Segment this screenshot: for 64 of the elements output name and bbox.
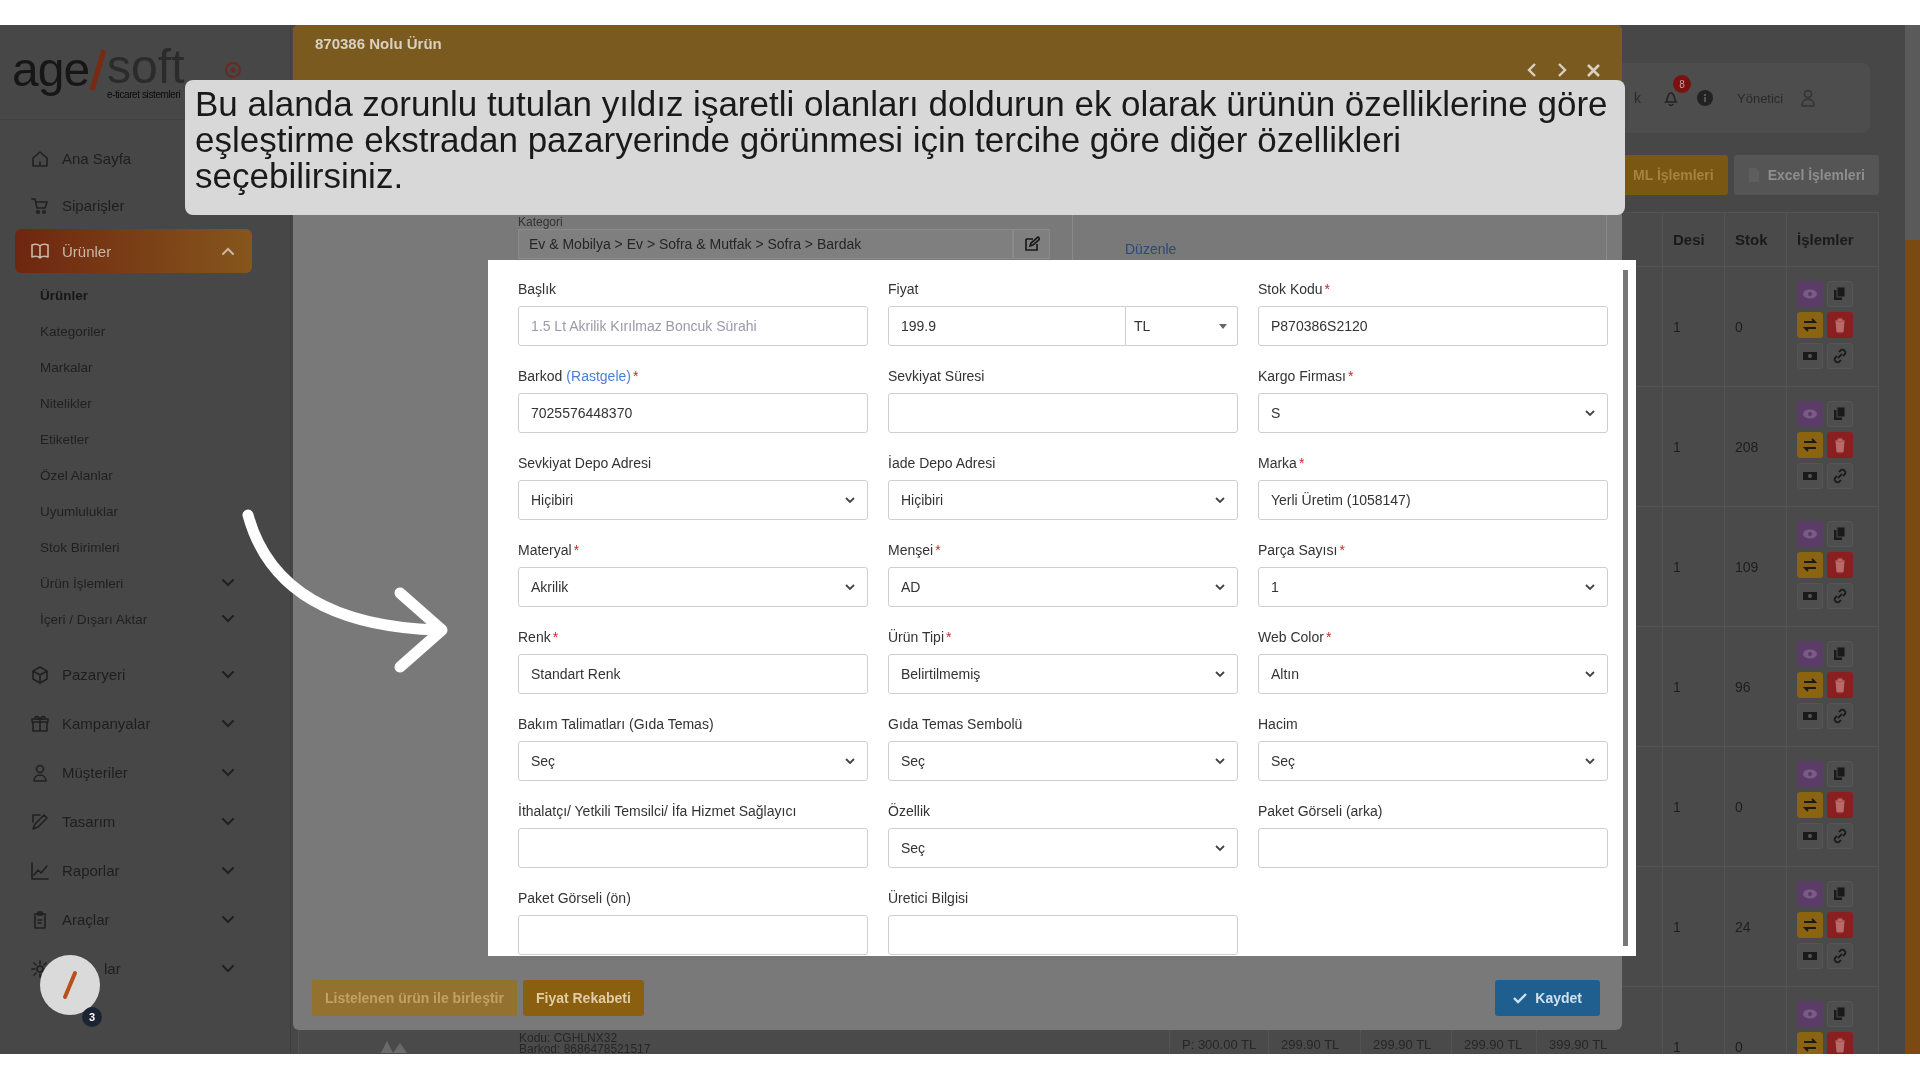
currency-select[interactable]: TL xyxy=(1126,306,1238,346)
required-mark: * xyxy=(946,629,952,647)
select-field[interactable]: S xyxy=(1258,393,1608,433)
field-label: Paket Görseli (arka) xyxy=(1258,803,1383,821)
logo-tagline: e-ticaret sistemleri xyxy=(107,88,182,100)
field-label: Barkod xyxy=(518,368,563,386)
field-label: Sevkiyat Süresi xyxy=(888,368,985,386)
field-label: Fiyat xyxy=(888,281,919,299)
field-label: İthalatçı/ Yetkili Temsilci/ İfa Hizmet Sağlayıcı xyxy=(518,803,797,821)
field-label: İade Depo Adresi xyxy=(888,455,996,473)
required-mark: * xyxy=(935,542,941,560)
select-field[interactable]: Belirtilmemiş xyxy=(888,654,1238,694)
field-label: Başlık xyxy=(518,281,557,299)
select-field[interactable]: Altın xyxy=(1258,654,1608,694)
price-compete-button[interactable]: Fiyat Rekabeti xyxy=(522,980,644,1016)
required-mark: * xyxy=(1324,281,1331,299)
required-mark: * xyxy=(1325,629,1332,647)
field-label: Ürün Tipi xyxy=(888,629,945,647)
select-field[interactable]: 1 xyxy=(1258,567,1608,607)
required-mark: * xyxy=(552,629,559,647)
category-field[interactable]: Ev & Mobilya > Ev > Sofra & Mutfak > Sofra > Bardak xyxy=(518,229,1013,259)
price-field[interactable]: 199.9 xyxy=(888,306,1126,346)
select-field[interactable]: Hiçibiri xyxy=(518,480,868,520)
tooltip-text: Bu alanda zorunlu tutulan yıldız işaretli olanları doldurun ek olarak ürünün özelliklerine göre eşleştirme ekstradan pazaryerinde görünmesi için tercihe göre diğer özellikleri seçebilirsiniz. xyxy=(195,86,1609,194)
input-field[interactable]: 1.5 Lt Akrilik Kırılmaz Boncuk Sürahi xyxy=(518,306,868,346)
input-field[interactable]: P870386S2120 xyxy=(1258,306,1608,346)
select-field[interactable]: AD xyxy=(888,567,1238,607)
nav-item-active[interactable]: Ürünler xyxy=(15,229,252,273)
select-field[interactable]: Seç xyxy=(1258,741,1608,781)
field-label: Hacim xyxy=(1258,716,1298,734)
required-mark: * xyxy=(632,368,639,386)
field-label: Üretici Bilgisi xyxy=(888,890,969,908)
select-field[interactable]: Seç xyxy=(518,741,868,781)
field-label: Gıda Temas Sembolü xyxy=(888,716,1023,734)
modal-title: 870386 Nolu Ürün xyxy=(315,35,442,52)
field-label: Özellik xyxy=(888,803,930,821)
field-label: Bakım Talimatları (Gıda Temas) xyxy=(518,716,714,734)
input-field[interactable]: Standart Renk xyxy=(518,654,868,694)
required-mark: * xyxy=(1347,368,1354,386)
field-label: Stok Kodu xyxy=(1258,281,1323,299)
field-label: Menşei xyxy=(888,542,934,560)
field-label: Paket Görseli (ön) xyxy=(518,890,631,908)
input-field[interactable]: Yerli Üretim (1058147) xyxy=(1258,480,1608,520)
field-label: Web Color xyxy=(1258,629,1324,647)
notification-badge: 8 xyxy=(1673,75,1691,93)
required-mark: * xyxy=(1298,455,1305,473)
random-link[interactable]: (Rastgele) xyxy=(566,368,631,386)
excel-button[interactable]: Excel İşlemleri xyxy=(1733,155,1879,195)
field-label: Renk xyxy=(518,629,551,647)
input-field[interactable]: 7025576448370 xyxy=(518,393,868,433)
required-mark: * xyxy=(1339,542,1345,560)
field-label: Parça Sayısı xyxy=(1258,542,1338,560)
select-field[interactable]: Seç xyxy=(888,741,1238,781)
field-label: Materyal xyxy=(518,542,572,560)
save-button[interactable]: Kaydet xyxy=(1495,980,1600,1016)
select-field[interactable]: Seç xyxy=(888,828,1238,868)
required-mark: * xyxy=(573,542,580,560)
select-field[interactable]: Hiçibiri xyxy=(888,480,1238,520)
field-label: Marka xyxy=(1258,455,1297,473)
field-label: Kargo Firması xyxy=(1258,368,1346,386)
edit-link[interactable]: Düzenle xyxy=(1125,241,1177,257)
field-label: Kategori xyxy=(518,216,564,229)
select-field[interactable]: Akrilik xyxy=(518,567,868,607)
field-label: Sevkiyat Depo Adresi xyxy=(518,455,652,473)
